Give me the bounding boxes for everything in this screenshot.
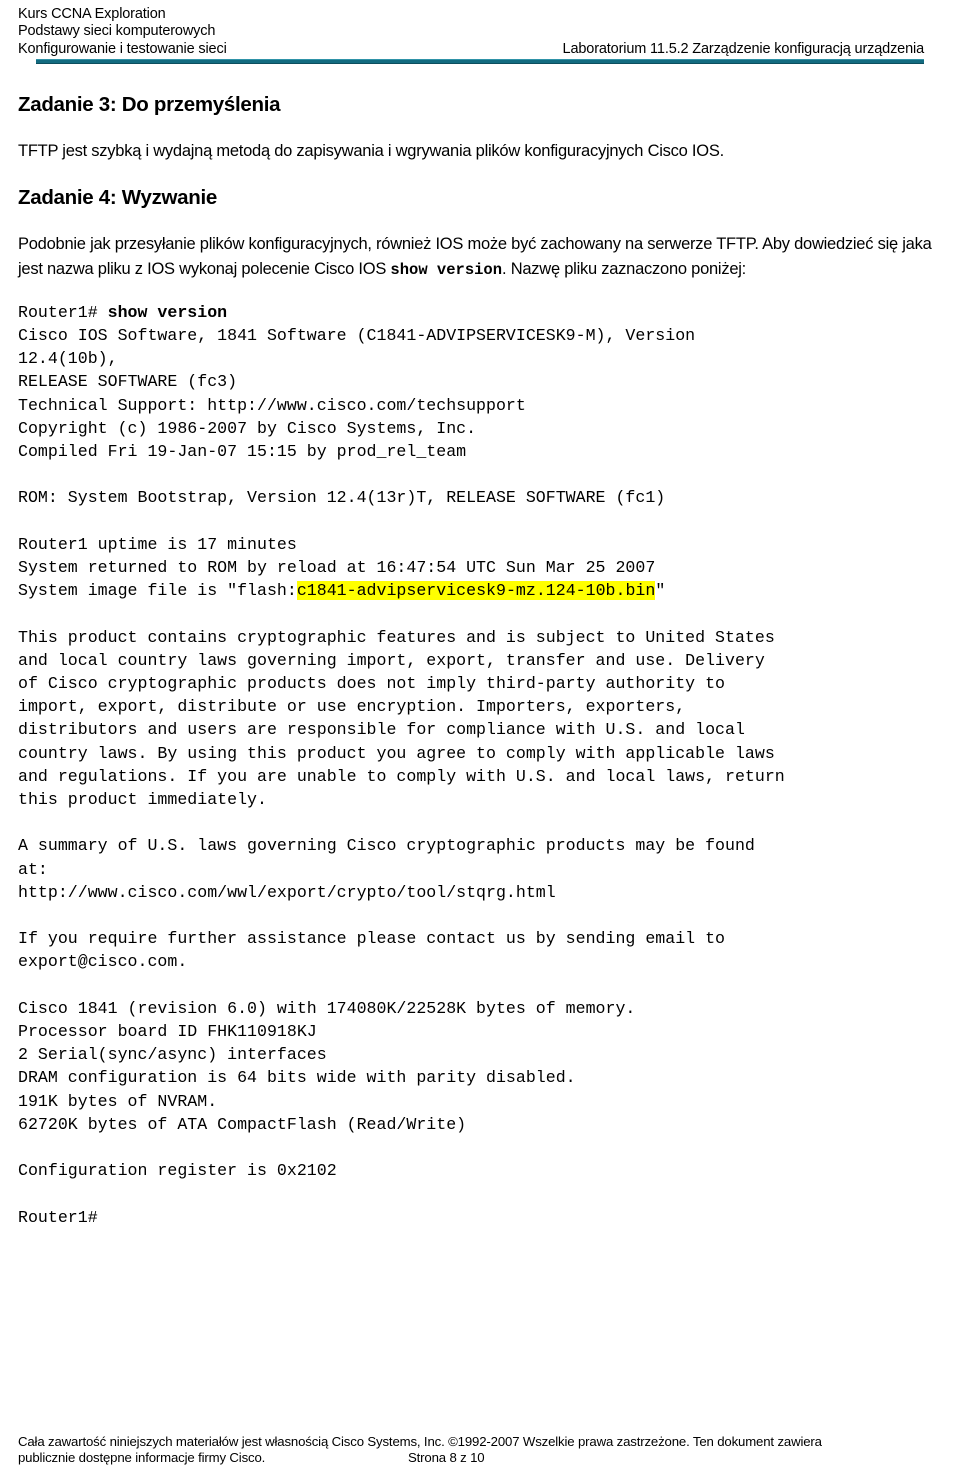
task-4-text-part-2: . Nazwę pliku zaznaczono poniżej: [502,260,747,279]
header-line-2: Podstawy sieci komputerowych [18,23,216,40]
header-line-1: Kurs CCNA Exploration [18,6,166,22]
terminal-prompt: Router1# [18,302,108,322]
footer-copyright-text-2: publicznie dostępne informacje firmy Cis… [18,1450,266,1466]
header-divider-rule [36,59,924,64]
terminal-body-before-highlight: Cisco IOS Software, 1841 Software (C1841… [18,325,696,601]
task-3-heading: Zadanie 3: Do przemyślenia [18,93,281,116]
terminal-body-after-highlight: " This product contains cryptographic fe… [18,581,785,1227]
task-4-heading: Zadanie 4: Wyzwanie [18,185,217,209]
task-4-paragraph: Podobnie jak przesyłanie plików konfigur… [18,232,942,284]
footer-copyright-line-2: publicznie dostępne informacje firmy Cis… [18,1450,942,1467]
highlighted-ios-image-filename: c1841-advipservicesk9-mz.124-10b.bin [296,581,656,601]
page-footer: Cała zawartość niniejszych materiałów je… [18,1434,942,1467]
page-header: Kurs CCNA Exploration Podstawy sieci kom… [18,0,942,64]
terminal-command: show version [107,302,228,322]
inline-command-show-version: show version [390,261,503,280]
task-3-paragraph: TFTP jest szybką i wydajną metodą do zap… [18,142,724,160]
terminal-output-block: Router1# show version Cisco IOS Software… [18,301,942,1229]
page-content: Zadanie 3: Do przemyślenia TFTP jest szy… [18,62,942,1229]
footer-copyright-line-1: Cała zawartość niniejszych materiałów je… [18,1433,822,1449]
header-lab-title: Laboratorium 11.5.2 Zarządzenie konfigur… [562,40,925,57]
footer-page-number: Strona 8 z 10 [408,1450,485,1466]
document-page: Kurs CCNA Exploration Podstawy sieci kom… [0,0,960,1475]
